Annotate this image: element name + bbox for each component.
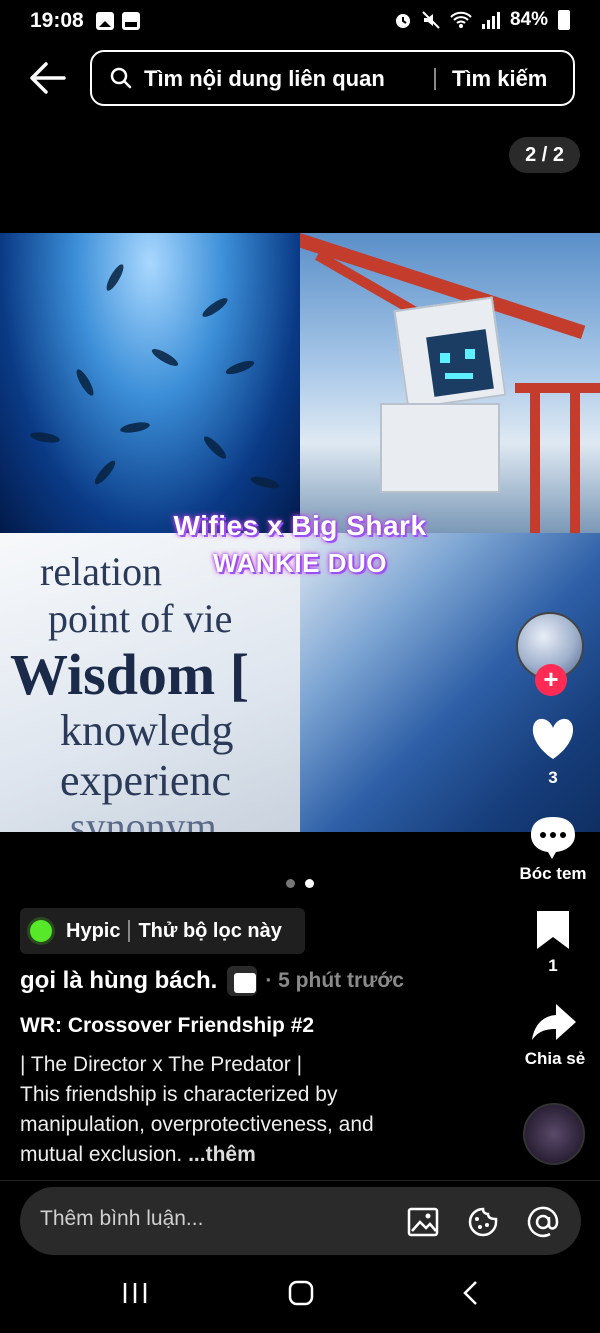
mention-icon[interactable] — [526, 1205, 560, 1239]
battery-icon — [558, 10, 570, 30]
minecraft-robot-image — [300, 233, 600, 533]
post-title: WR: Crossover Friendship #2 — [20, 1014, 315, 1037]
heart-icon — [532, 718, 574, 759]
desc-line-last: mutual exclusion. ...thêm — [20, 1140, 490, 1170]
mute-icon — [422, 11, 440, 29]
see-more-link[interactable]: ...thêm — [188, 1143, 256, 1166]
status-time: 19:08 — [30, 9, 84, 32]
nav-back-icon[interactable] — [458, 1280, 484, 1306]
share-icon — [532, 1004, 576, 1040]
carousel-dot-active — [305, 879, 314, 888]
dict-word: experienc — [60, 756, 231, 805]
comment-input[interactable]: Thêm bình luận... — [20, 1187, 581, 1255]
filter-action: Thử bộ lọc này — [138, 919, 282, 942]
dict-word: knowledg — [60, 706, 234, 755]
post-time: · 5 phút trước — [265, 969, 404, 992]
carousel-dot — [286, 879, 295, 888]
shark-ocean-image — [0, 233, 300, 533]
filter-app: Hypic — [66, 919, 121, 942]
post-image[interactable]: relation point of vie Wisdom [ knowledg … — [0, 233, 600, 832]
share-button[interactable]: Chia sẻ — [512, 1000, 598, 1069]
battery-percent: 84% — [509, 9, 548, 30]
desc-line: mutual exclusion. — [20, 1143, 189, 1166]
carousel-dots — [286, 879, 314, 888]
wifi-icon — [450, 11, 472, 28]
emoji-icon[interactable] — [466, 1205, 500, 1239]
desc-line: This friendship is characterized by — [20, 1083, 338, 1106]
back-arrow-icon[interactable] — [28, 60, 68, 96]
pdf-notification-icon — [122, 12, 140, 30]
follow-plus-button[interactable]: + — [535, 664, 567, 696]
author-name[interactable]: gọi là hùng bách. — [20, 967, 217, 995]
save-button[interactable]: 1 — [516, 907, 590, 976]
music-disc[interactable] — [523, 1103, 585, 1165]
status-bar: 19:08 84% — [0, 0, 600, 44]
search-divider — [434, 68, 436, 90]
comment-label: Bóc tem — [519, 864, 587, 883]
filter-divider — [128, 920, 131, 942]
carousel-badge-icon — [227, 966, 258, 996]
home-icon[interactable] — [288, 1280, 314, 1306]
author-row: gọi là hùng bách. · 5 phút trước — [20, 966, 404, 996]
comment-placeholder: Thêm bình luận... — [40, 1207, 204, 1230]
top-bar: Tìm nội dung liên quan Tìm kiếm — [0, 50, 600, 106]
search-placeholder: Tìm nội dung liên quan — [144, 66, 385, 91]
desc-line: manipulation, overprotectiveness, and — [20, 1113, 374, 1136]
recent-apps-icon[interactable] — [122, 1280, 148, 1306]
image-icon[interactable] — [406, 1205, 440, 1239]
share-label: Chia sẻ — [524, 1049, 586, 1068]
search-button[interactable]: Tìm kiếm — [452, 66, 547, 92]
signal-icon — [481, 11, 500, 29]
dict-word: synonym — [70, 804, 217, 832]
like-button[interactable]: 3 — [516, 715, 590, 788]
system-nav-bar — [0, 1260, 600, 1333]
notification-icons — [96, 12, 140, 30]
filter-dot-icon — [30, 920, 52, 942]
alarm-icon — [395, 14, 410, 28]
overlay-subtitle: WANKIE DUO — [213, 548, 387, 578]
post-description[interactable]: | The Director x The Predator | This fri… — [20, 1050, 490, 1170]
image-counter: 2 / 2 — [509, 137, 580, 173]
status-right: 84% — [394, 9, 570, 31]
overlay-title: Wifies x Big Shark — [173, 510, 427, 541]
comment-icon — [531, 817, 575, 859]
dict-word: point of vie — [48, 596, 233, 641]
like-count: 3 — [548, 768, 558, 787]
bookmark-icon — [537, 911, 569, 949]
dict-word: Wisdom [ — [10, 642, 250, 707]
search-box[interactable]: Tìm nội dung liên quan Tìm kiếm — [90, 50, 575, 106]
desc-line: | The Director x The Predator | — [20, 1053, 303, 1076]
divider — [0, 1180, 600, 1181]
filter-chip[interactable]: Hypic Thử bộ lọc này — [20, 908, 305, 954]
gallery-notification-icon — [96, 12, 114, 30]
search-icon — [110, 67, 132, 89]
comment-button[interactable]: Bóc tem — [510, 815, 596, 884]
save-count: 1 — [548, 956, 558, 975]
